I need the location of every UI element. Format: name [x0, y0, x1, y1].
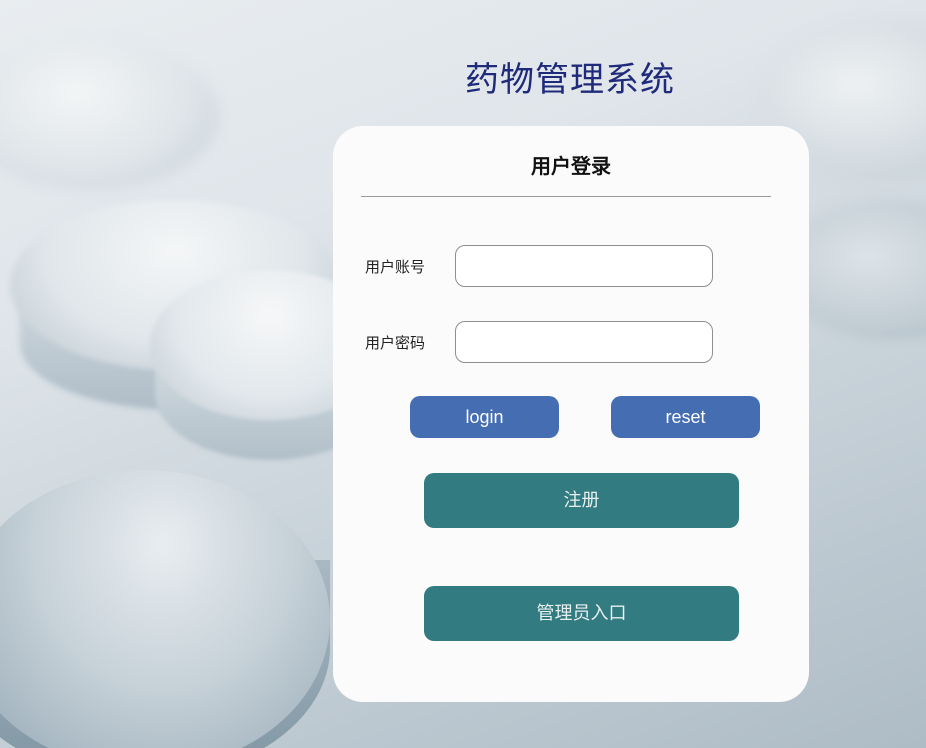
- reset-button[interactable]: reset: [611, 396, 760, 438]
- account-label: 用户账号: [365, 258, 426, 276]
- password-input[interactable]: [455, 321, 713, 363]
- account-input[interactable]: [455, 245, 713, 287]
- password-label: 用户密码: [365, 334, 426, 352]
- system-title: 药物管理系统: [465, 60, 675, 100]
- card-divider: [361, 196, 771, 197]
- register-button[interactable]: 注册: [424, 473, 739, 528]
- background-pill-1: [0, 40, 220, 190]
- background-pill-4: [0, 470, 330, 748]
- login-card: 用户登录 用户账号 用户密码 login reset 注册 管理员入口: [333, 126, 809, 702]
- admin-entry-button[interactable]: 管理员入口: [424, 586, 739, 641]
- login-card-title: 用户登录: [531, 154, 611, 178]
- login-button[interactable]: login: [410, 396, 559, 438]
